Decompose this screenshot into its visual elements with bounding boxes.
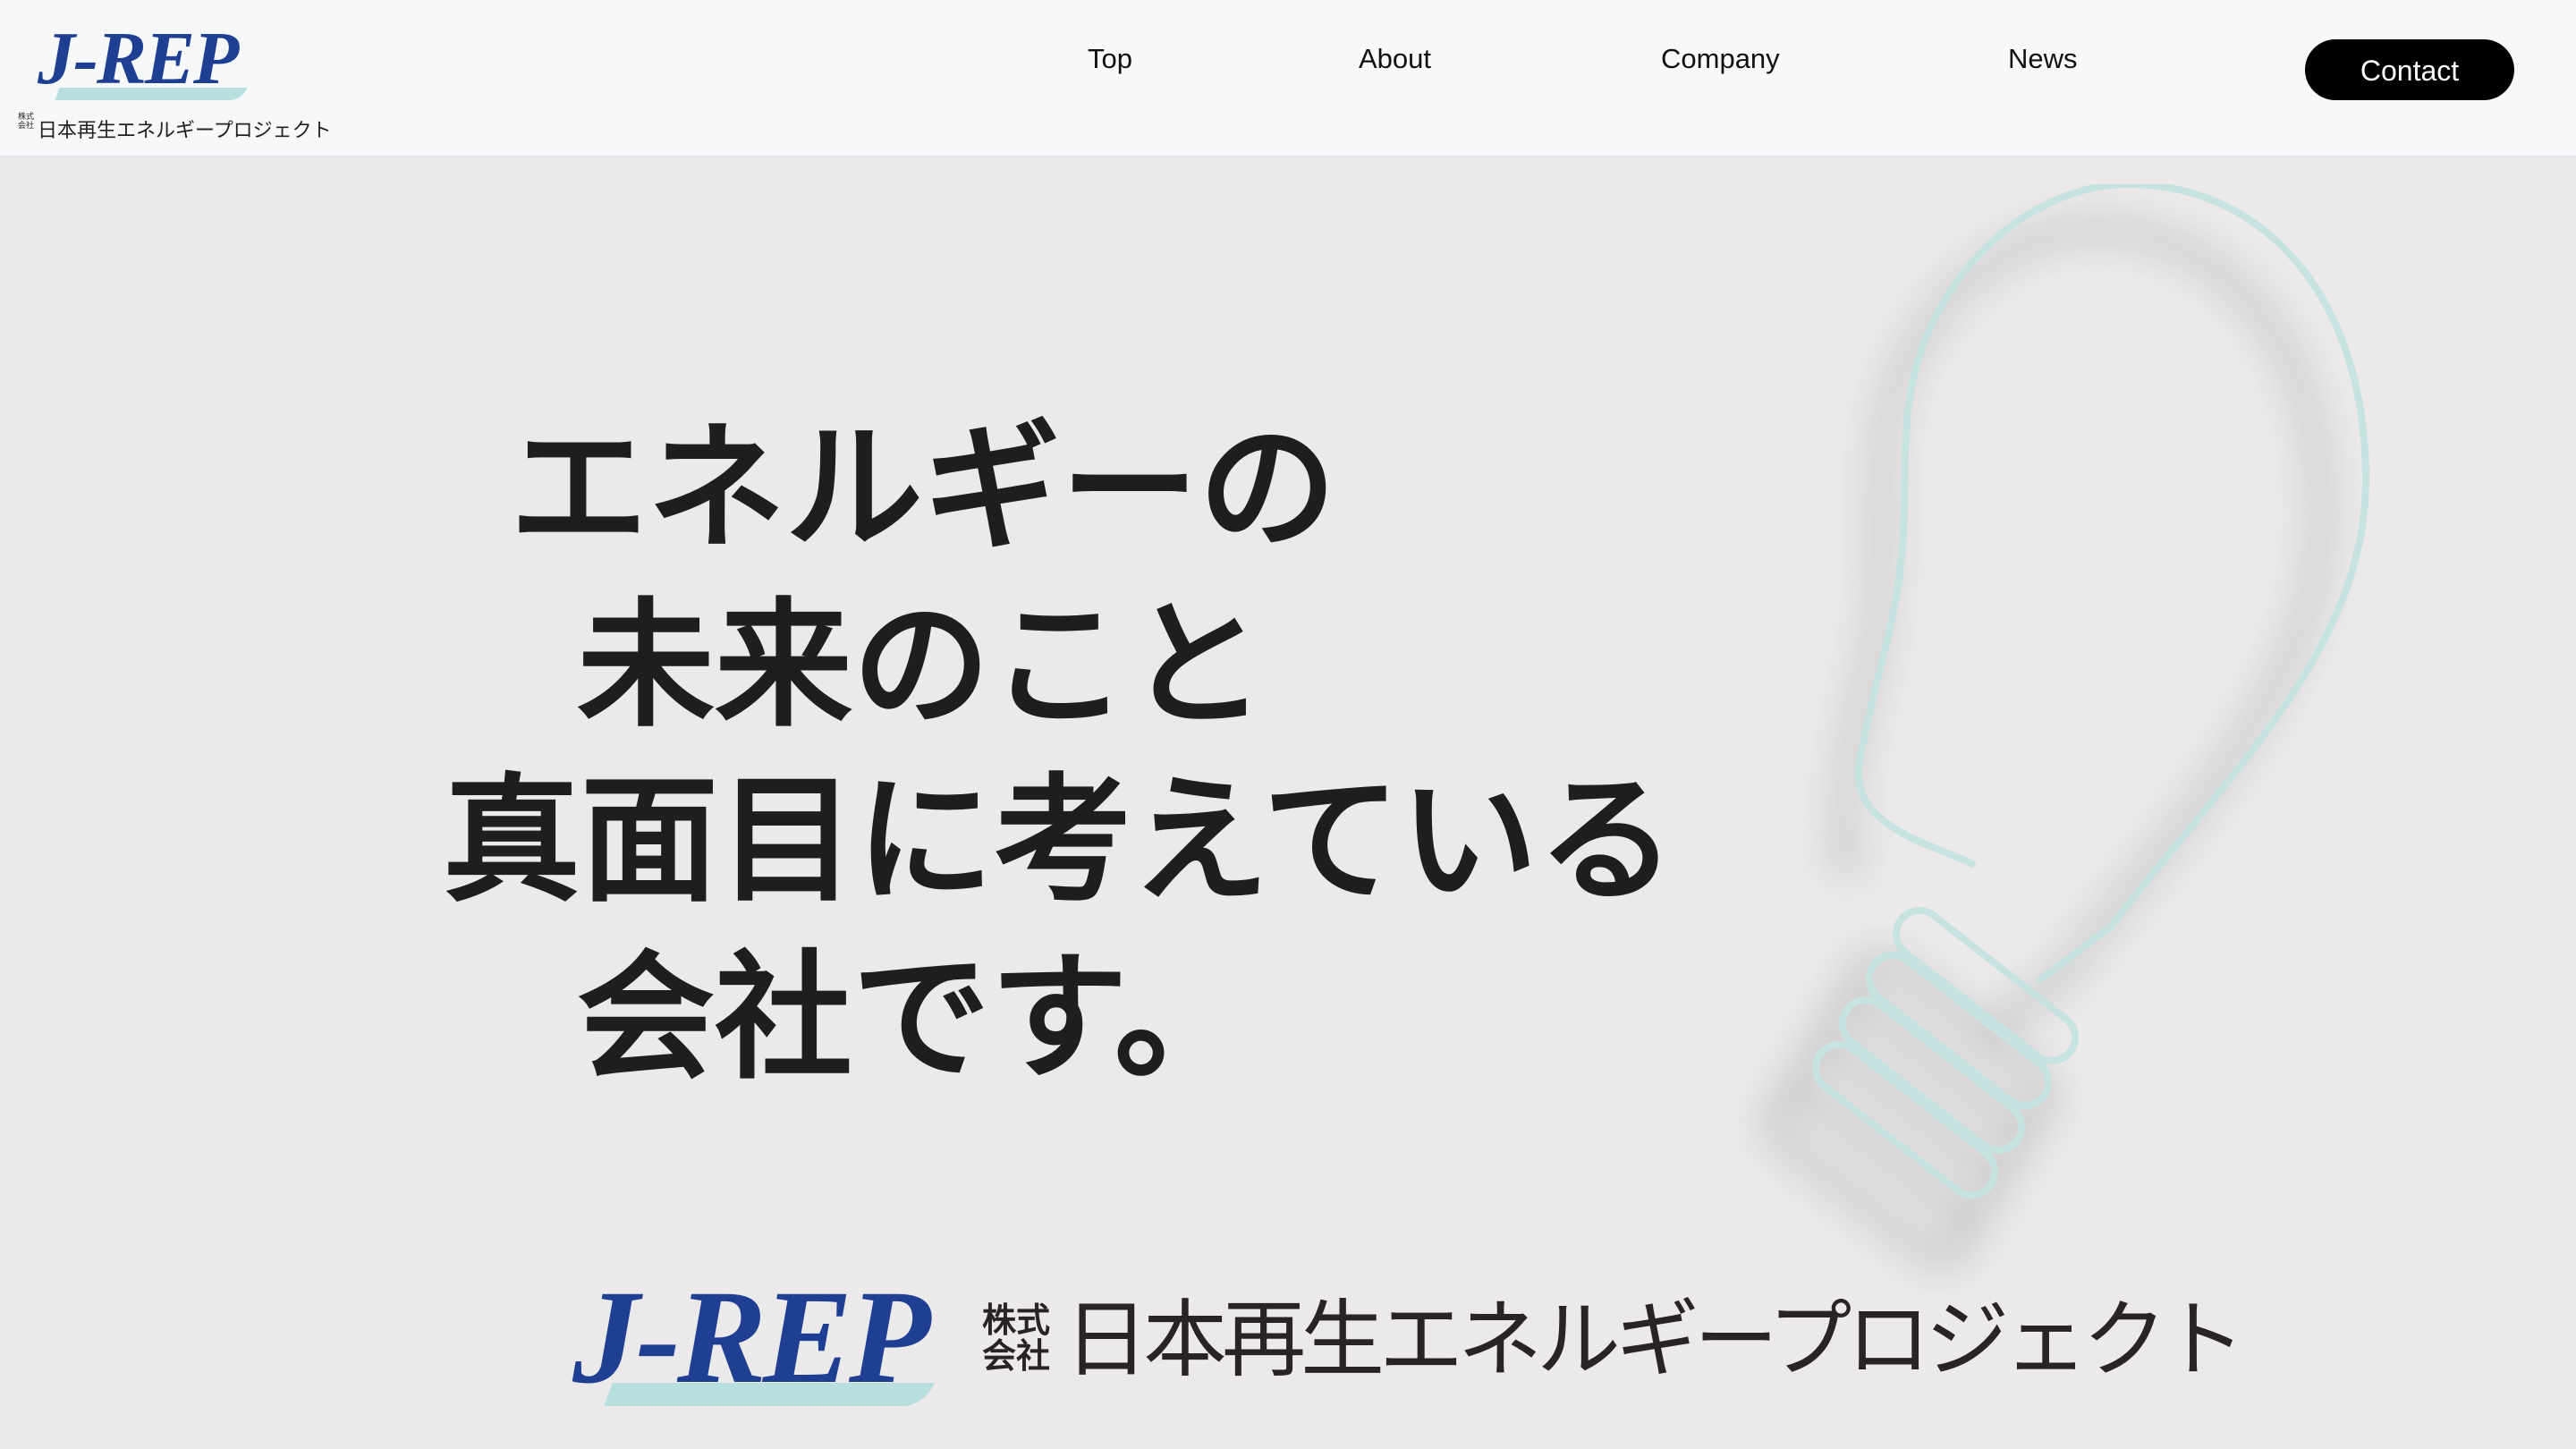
footer-logo: J-REP 株式会社 日本再生エネルギープロジェクト [555, 1261, 2245, 1413]
nav-news[interactable]: News [2008, 41, 2078, 77]
nav-top[interactable]: Top [1088, 41, 1132, 77]
nav-company[interactable]: Company [1661, 41, 1780, 77]
headline-line-1: エネルギーの [510, 407, 1337, 569]
nav-about[interactable]: About [1359, 41, 1431, 77]
headline-line-3: 真面目に考えている [443, 759, 1676, 921]
footer-logo-company-name: 日本再生エネルギープロジェクト [1064, 1292, 2245, 1389]
contact-button[interactable]: Contact [2305, 39, 2514, 100]
logo-mark: J-REP [38, 17, 239, 100]
hero-section: エネルギーの 未来のこと 真面目に考えている 会社です。 [0, 157, 2576, 1449]
footer-logo-mark: J-REP [572, 1263, 931, 1411]
site-header: J-REP 株式会社 日本再生エネルギープロジェクト Top About Com… [0, 0, 2576, 157]
logo-kabushiki: 株式会社 [18, 113, 35, 131]
footer-logo-kabushiki: 株式会社 [982, 1301, 1051, 1376]
logo-company-name: 日本再生エネルギープロジェクト [38, 120, 332, 142]
light-bulb-icon [1765, 184, 2370, 1266]
headline-line-2: 未来のこと [577, 584, 1267, 746]
header-logo[interactable]: J-REP 株式会社 日本再生エネルギープロジェクト [16, 16, 332, 142]
headline-line-4: 会社です。 [577, 936, 1252, 1098]
